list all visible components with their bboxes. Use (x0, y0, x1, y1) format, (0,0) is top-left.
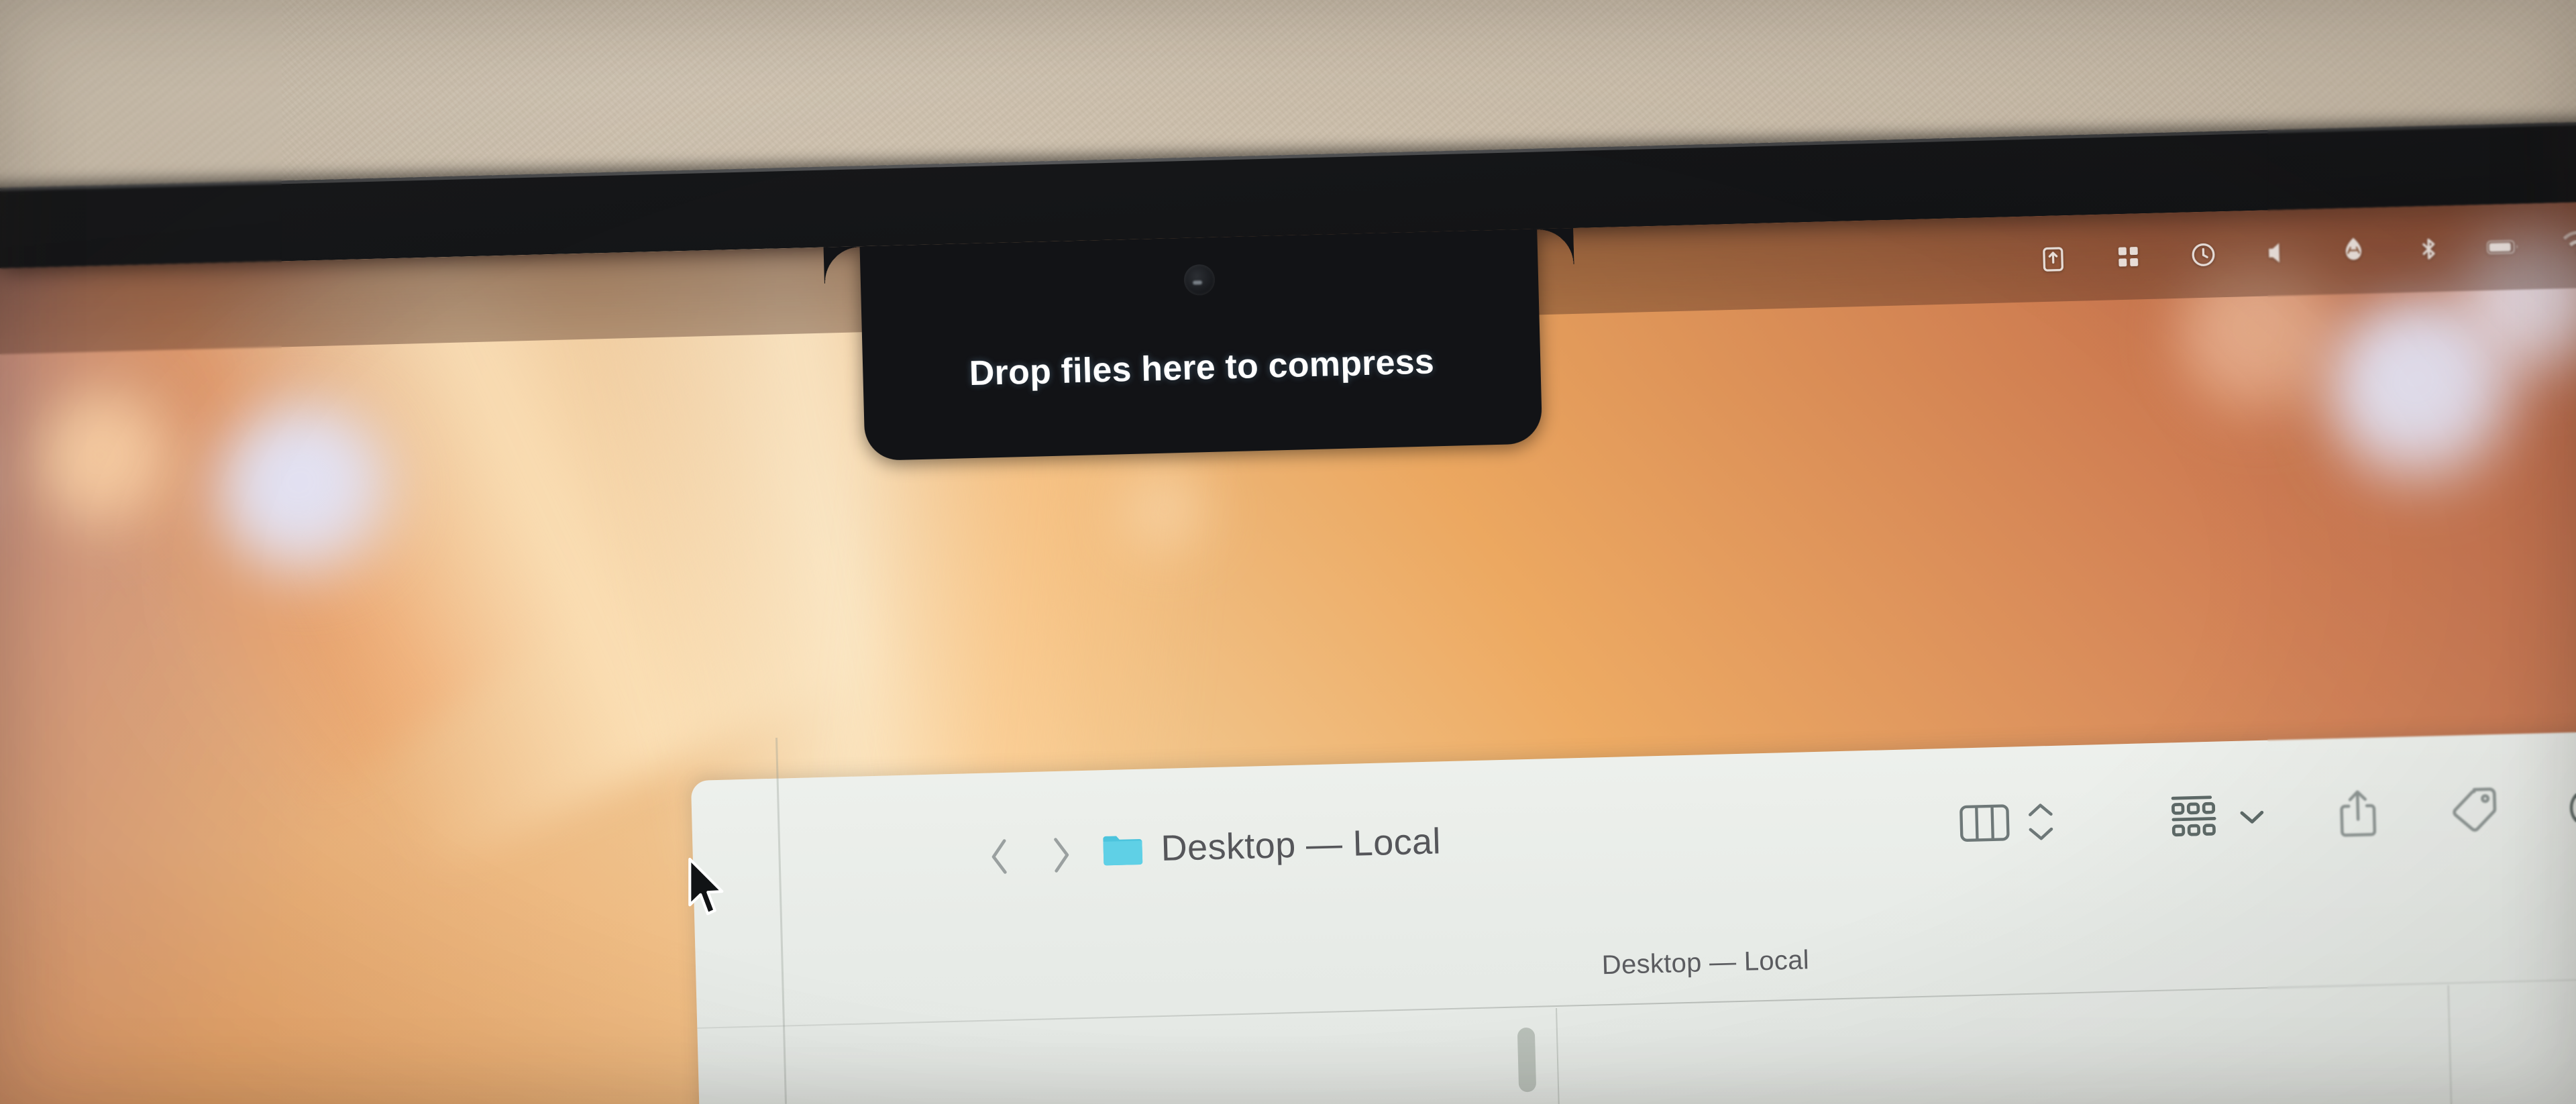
notch-shoulder-right (1537, 227, 1574, 266)
window-title: Desktop — Local (1160, 821, 1442, 869)
photograph-of-laptop-screen: lp (0, 0, 2576, 1104)
tag-icon[interactable] (2449, 786, 2499, 836)
battery-icon[interactable] (2486, 229, 2522, 265)
column-view-icon[interactable] (1958, 802, 2012, 846)
bluetooth-icon[interactable] (2411, 231, 2447, 267)
wifi-icon[interactable] (2561, 227, 2576, 263)
toolbar-actions (1958, 780, 2576, 850)
finder-window: Desktop — Local Desktop — Local (690, 728, 2576, 1104)
arrow-cursor (686, 857, 730, 922)
path-bar-text: Desktop — Local (1601, 944, 1810, 980)
navigation-buttons (987, 835, 1073, 876)
menu-bar-status-icons (2035, 202, 2576, 302)
column-divider[interactable] (1556, 1007, 1562, 1104)
up-down-stepper-icon[interactable] (2025, 802, 2056, 842)
drop-zone-label: Drop files here to compress (969, 342, 1435, 394)
scrollbar-thumb[interactable] (1517, 1027, 1537, 1093)
folder-icon (1102, 831, 1144, 869)
group-by-chevron-down-icon[interactable] (2238, 806, 2267, 827)
group-by-icon[interactable] (2169, 791, 2226, 844)
volume-icon[interactable] (2261, 235, 2296, 270)
screen-mirroring-icon[interactable] (2035, 241, 2071, 276)
forward-button[interactable] (1049, 835, 1073, 875)
notch-drop-zone[interactable]: Drop files here to compress (859, 229, 1543, 461)
ellipsis-circle-icon[interactable] (2567, 784, 2576, 831)
airdrop-icon[interactable] (2336, 233, 2371, 268)
stage-manager-icon[interactable] (2110, 239, 2146, 274)
window-title-group: Desktop — Local (1102, 820, 1442, 871)
back-button[interactable] (987, 837, 1011, 877)
notch-shoulder-left (823, 246, 861, 284)
laptop-screen: lp (0, 199, 2576, 1104)
column-divider[interactable] (2447, 985, 2453, 1104)
webcam-lens-icon (1183, 264, 1216, 296)
share-icon[interactable] (2335, 787, 2381, 840)
clock-badge-icon[interactable] (2186, 237, 2221, 272)
